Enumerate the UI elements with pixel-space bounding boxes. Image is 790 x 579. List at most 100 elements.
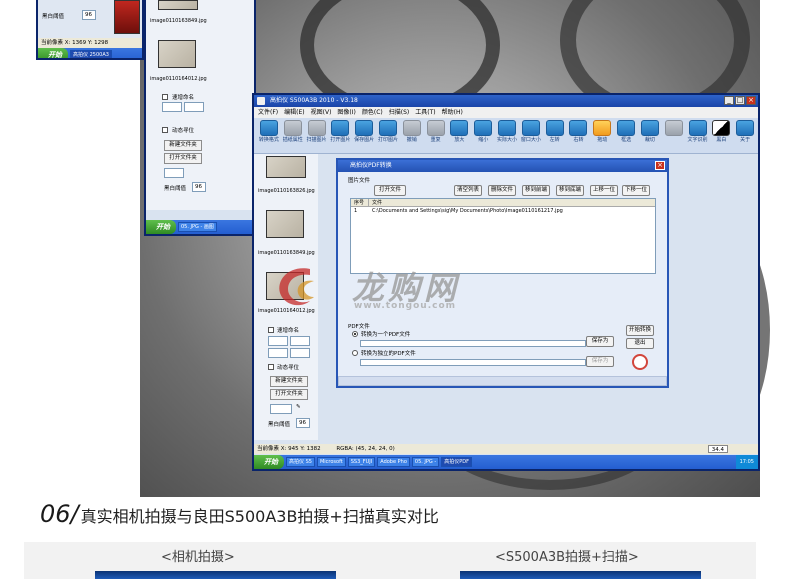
actual-size-button[interactable]: 实际大小 <box>496 120 518 143</box>
toolbar-button[interactable] <box>663 120 685 137</box>
menu-help[interactable]: 帮助(H) <box>442 107 463 118</box>
bw-threshold-field[interactable]: 96 <box>192 182 206 192</box>
menu-tools[interactable]: 工具(T) <box>415 107 435 118</box>
menu-scan[interactable]: 扫描(S) <box>389 107 410 118</box>
convert-format-button[interactable]: 转换格式 <box>258 120 280 143</box>
save-as-button-disabled[interactable]: 保存为 <box>586 356 614 367</box>
single-pdf-path[interactable] <box>360 340 586 347</box>
bw-threshold-field[interactable]: 96 <box>296 418 310 428</box>
task-button[interactable]: Microsoft <box>316 457 346 467</box>
multi-pdf-radio[interactable] <box>352 350 358 356</box>
open-image-button[interactable]: 打开图片 <box>329 120 351 143</box>
task-button[interactable]: 高拍仪PDF <box>441 457 472 467</box>
undo-button[interactable]: 撤销 <box>401 120 423 143</box>
dynamic-save-checkbox[interactable] <box>162 127 168 133</box>
thumbnail[interactable] <box>158 0 198 10</box>
start-convert-button[interactable]: 开始转换 <box>626 325 654 336</box>
redo-button[interactable]: 重复 <box>425 120 447 143</box>
open-folder-button[interactable]: 打开文件夹 <box>270 389 308 400</box>
auto-name-checkbox[interactable] <box>162 94 168 100</box>
black-white-button[interactable]: 黑白 <box>710 120 732 143</box>
open-file-button[interactable]: 打开文件 <box>374 185 406 196</box>
name-field[interactable] <box>162 102 182 112</box>
color-select[interactable] <box>164 168 184 178</box>
ocr-icon <box>688 120 707 136</box>
multi-pdf-path[interactable] <box>360 359 586 366</box>
pixel-rgba: RGBA: (45, 24, 24, 0) <box>336 446 395 452</box>
task-button[interactable]: Adobe Pho <box>377 457 410 467</box>
scan-image-button[interactable]: 扫描图片 <box>306 120 328 143</box>
save-image-button[interactable]: 保存图片 <box>353 120 375 143</box>
window-title: 高拍仪 S500A3B 2010 - V3.18 <box>270 97 358 104</box>
thumbnail[interactable] <box>266 210 304 238</box>
select-button[interactable]: 框选 <box>615 120 637 143</box>
start-button[interactable]: 开始 <box>146 220 176 234</box>
maximize-button[interactable]: □ <box>735 96 745 105</box>
thumbnail[interactable] <box>266 156 306 178</box>
window-size-button[interactable]: 窗口大小 <box>520 120 542 143</box>
paper-props-button[interactable]: 插纸属性 <box>282 120 304 143</box>
move-bottom-button[interactable]: 移到底端 <box>556 185 584 196</box>
dialog-close-button[interactable]: × <box>655 161 665 170</box>
name-field[interactable] <box>184 102 204 112</box>
task-button[interactable]: SS3_FUJI <box>347 457 376 467</box>
thumbnail[interactable] <box>114 0 140 34</box>
progress-bar <box>338 376 667 386</box>
actual-size-icon <box>498 120 517 136</box>
start-button[interactable]: 开始 <box>38 48 68 58</box>
single-pdf-radio[interactable] <box>352 331 358 337</box>
row-file: C:\Documents and Settings\sig\My Documen… <box>372 208 563 214</box>
color-select[interactable] <box>270 404 292 414</box>
about-button[interactable]: 关于 <box>734 120 756 143</box>
drag-button[interactable]: 拖动 <box>591 120 613 143</box>
eyedropper-icon[interactable]: ✎ <box>296 404 301 410</box>
start-button[interactable]: 开始 <box>254 455 284 469</box>
new-folder-button[interactable]: 新建文件夹 <box>270 376 308 387</box>
dynamic-save-checkbox[interactable] <box>268 364 274 370</box>
move-top-button[interactable]: 移到前端 <box>522 185 550 196</box>
crop-button[interactable]: 裁切 <box>639 120 661 143</box>
task-button[interactable]: 高拍仪 S5 <box>286 457 315 467</box>
name-field[interactable] <box>290 336 310 346</box>
column-no[interactable]: 序号 <box>351 199 369 206</box>
zoom-in-button[interactable]: 放大 <box>449 120 471 143</box>
left-caption: <相机拍摄> <box>161 550 235 565</box>
menu-image[interactable]: 图像(I) <box>337 107 355 118</box>
delete-file-button[interactable]: 删除文件 <box>488 185 516 196</box>
name-field[interactable] <box>268 348 288 358</box>
menu-file[interactable]: 文件(F) <box>258 107 278 118</box>
clear-list-button[interactable]: 清空列表 <box>454 185 482 196</box>
menu-view[interactable]: 视图(V) <box>311 107 332 118</box>
rotate-right-icon <box>569 120 588 136</box>
menu-color[interactable]: 颜色(C) <box>362 107 383 118</box>
column-file[interactable]: 文件 <box>369 199 382 206</box>
menu-edit[interactable]: 编辑(E) <box>284 107 304 118</box>
thumbnail-name: image0110163849.jpg <box>150 18 207 24</box>
task-button[interactable]: 05. JPG - <box>411 457 440 467</box>
open-folder-button[interactable]: 打开文件夹 <box>164 153 202 164</box>
watermark: 龙购网 www.tongou.com <box>270 257 520 319</box>
save-as-button[interactable]: 保存为 <box>586 336 614 347</box>
task-button[interactable]: 高拍仪 2500A3 <box>70 50 112 58</box>
auto-name-label: 速增命名 <box>277 328 300 334</box>
right-caption: <S500A3B拍摄+扫描> <box>495 550 639 565</box>
move-up-button[interactable]: 上移一位 <box>590 185 618 196</box>
exit-button[interactable]: 退出 <box>626 338 654 349</box>
auto-name-checkbox[interactable] <box>268 327 274 333</box>
name-field[interactable] <box>290 348 310 358</box>
print-image-button[interactable]: 打印图片 <box>377 120 399 143</box>
crop-icon <box>640 120 659 136</box>
task-button[interactable]: 05. JPG - 画图 <box>178 222 217 232</box>
name-field[interactable] <box>268 336 288 346</box>
thumbnail[interactable] <box>158 40 196 68</box>
zoom-out-button[interactable]: 缩小 <box>472 120 494 143</box>
list-item[interactable]: 1 C:\Documents and Settings\sig\My Docum… <box>351 207 655 215</box>
ocr-button[interactable]: 文字识别 <box>687 120 709 143</box>
rotate-right-button[interactable]: 右转 <box>568 120 590 143</box>
new-folder-button[interactable]: 新建文件夹 <box>164 140 202 151</box>
bw-threshold-field[interactable]: 96 <box>82 10 96 20</box>
close-button[interactable]: × <box>746 96 756 105</box>
minimize-button[interactable]: _ <box>724 96 734 105</box>
rotate-left-button[interactable]: 左转 <box>544 120 566 143</box>
move-down-button[interactable]: 下移一位 <box>622 185 650 196</box>
